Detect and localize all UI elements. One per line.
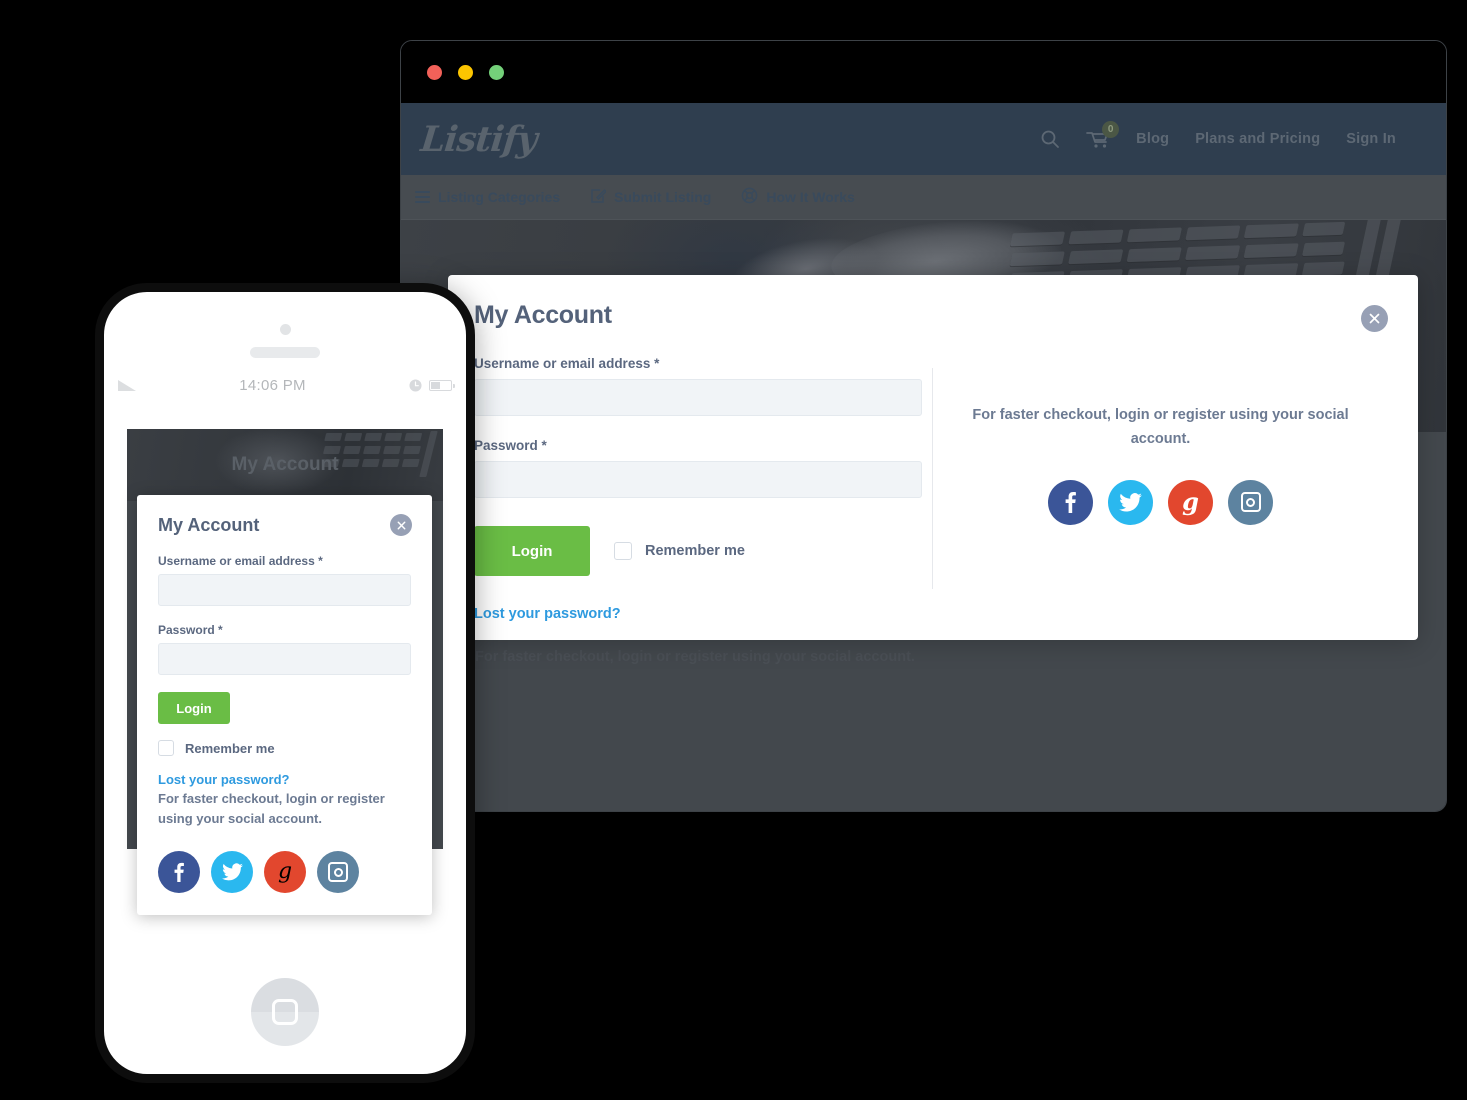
- cart-count-badge: 0: [1102, 121, 1120, 138]
- window-close-button[interactable]: [427, 64, 442, 80]
- phone-status-right-group: [409, 378, 455, 392]
- login-actions-row: Login Remember me: [474, 526, 922, 576]
- subnav-item-submit-listing[interactable]: Submit Listing: [590, 188, 711, 207]
- login-button[interactable]: Login: [474, 526, 590, 576]
- username-input[interactable]: [474, 379, 922, 416]
- clock-icon: [409, 378, 422, 392]
- instagram-icon[interactable]: [1228, 479, 1273, 525]
- search-icon[interactable]: [1040, 129, 1060, 149]
- phone-camera: [279, 324, 291, 335]
- browser-titlebar: [401, 41, 1446, 103]
- phone-login-button[interactable]: Login: [158, 692, 230, 724]
- lost-password-link[interactable]: Lost your password?: [474, 606, 621, 622]
- remember-me-group[interactable]: Remember me: [614, 542, 745, 560]
- pencil-square-icon: [590, 188, 607, 207]
- password-input[interactable]: [474, 461, 922, 498]
- google-plus-icon[interactable]: g: [1168, 479, 1213, 525]
- facebook-icon[interactable]: [158, 851, 200, 894]
- instagram-icon[interactable]: [317, 851, 359, 894]
- phone-social-login-text: For faster checkout, login or register u…: [158, 791, 385, 827]
- social-login-column: For faster checkout, login or register u…: [933, 356, 1388, 623]
- remember-me-label: Remember me: [645, 543, 745, 559]
- battery-icon: [428, 379, 455, 391]
- phone-remember-me-checkbox[interactable]: [158, 740, 174, 756]
- window-maximize-button[interactable]: [489, 64, 504, 80]
- google-g-glyph: g: [277, 859, 293, 885]
- life-ring-icon: [741, 187, 758, 207]
- google-g-glyph: g: [1182, 487, 1199, 517]
- close-icon[interactable]: [390, 514, 412, 536]
- login-form-column: Username or email address * Password * L…: [474, 356, 932, 623]
- phone-lost-password-link[interactable]: Lost your password?: [158, 772, 411, 787]
- instagram-camera-glyph: [328, 862, 348, 883]
- instagram-camera-glyph: [1240, 492, 1261, 513]
- phone-hero-banner: My Account: [127, 429, 443, 501]
- subnav-item-listing-categories[interactable]: Listing Categories: [415, 189, 560, 205]
- password-label: Password *: [474, 438, 547, 453]
- phone-my-account-modal: My Account Username or email address * P…: [137, 495, 432, 916]
- phone-password-input[interactable]: [158, 643, 411, 675]
- hamburger-menu-icon: [415, 191, 430, 203]
- cart-icon[interactable]: 0: [1086, 121, 1120, 149]
- signal-bars-icon: [118, 379, 136, 391]
- subnav-label: How It Works: [766, 189, 855, 205]
- subnav-label: Submit Listing: [614, 189, 712, 205]
- nav-link-plans-and-pricing[interactable]: Plans and Pricing: [1195, 131, 1320, 147]
- phone-username-input[interactable]: [158, 574, 411, 606]
- phone-mockup: 14:06 PM My Account My Account Username …: [95, 283, 475, 1083]
- modal-title: My Account: [474, 301, 612, 329]
- username-label: Username or email address *: [474, 356, 660, 371]
- phone-hero-title: My Account: [231, 454, 339, 475]
- remember-me-checkbox[interactable]: [614, 542, 632, 560]
- phone-social-login-buttons: g: [158, 851, 411, 894]
- phone-status-time: 14:06 PM: [239, 376, 306, 394]
- social-login-buttons: g: [967, 479, 1354, 525]
- navbar-right-group: 0 Blog Plans and Pricing Sign In: [1040, 121, 1396, 149]
- site-navbar: Listify 0 Blog Plans and Pricing Sign In: [401, 103, 1446, 175]
- phone-remember-me-group[interactable]: Remember me: [158, 740, 411, 756]
- my-account-login-modal: My Account Username or email address * P…: [448, 275, 1418, 640]
- phone-username-label: Username or email address *: [158, 554, 323, 568]
- modal-body: Username or email address * Password * L…: [474, 356, 1388, 623]
- screenshot-stage: Listify 0 Blog Plans and Pricing Sign In…: [0, 0, 1467, 1100]
- facebook-icon[interactable]: [1048, 479, 1093, 525]
- site-subnav: Listing Categories Submit Listing How It…: [401, 175, 1446, 220]
- close-icon[interactable]: [1361, 305, 1388, 332]
- subnav-label: Listing Categories: [438, 189, 561, 205]
- phone-modal-title: My Account: [158, 515, 260, 535]
- phone-status-bar: 14:06 PM: [104, 358, 466, 396]
- background-social-text: For faster checkout, login or register u…: [475, 649, 915, 665]
- subnav-item-how-it-works[interactable]: How It Works: [741, 187, 855, 207]
- social-login-text: For faster checkout, login or register u…: [972, 407, 1349, 447]
- home-square-icon[interactable]: [251, 978, 319, 1046]
- phone-remember-me-label: Remember me: [185, 740, 275, 756]
- twitter-icon[interactable]: [211, 851, 253, 894]
- phone-password-label: Password *: [158, 623, 223, 637]
- nav-link-blog[interactable]: Blog: [1136, 131, 1169, 147]
- phone-earpiece: [250, 347, 320, 358]
- twitter-icon[interactable]: [1108, 479, 1153, 525]
- nav-link-sign-in[interactable]: Sign In: [1346, 131, 1396, 147]
- window-minimize-button[interactable]: [458, 64, 473, 80]
- google-plus-icon[interactable]: g: [264, 851, 306, 894]
- site-logo[interactable]: Listify: [419, 119, 539, 160]
